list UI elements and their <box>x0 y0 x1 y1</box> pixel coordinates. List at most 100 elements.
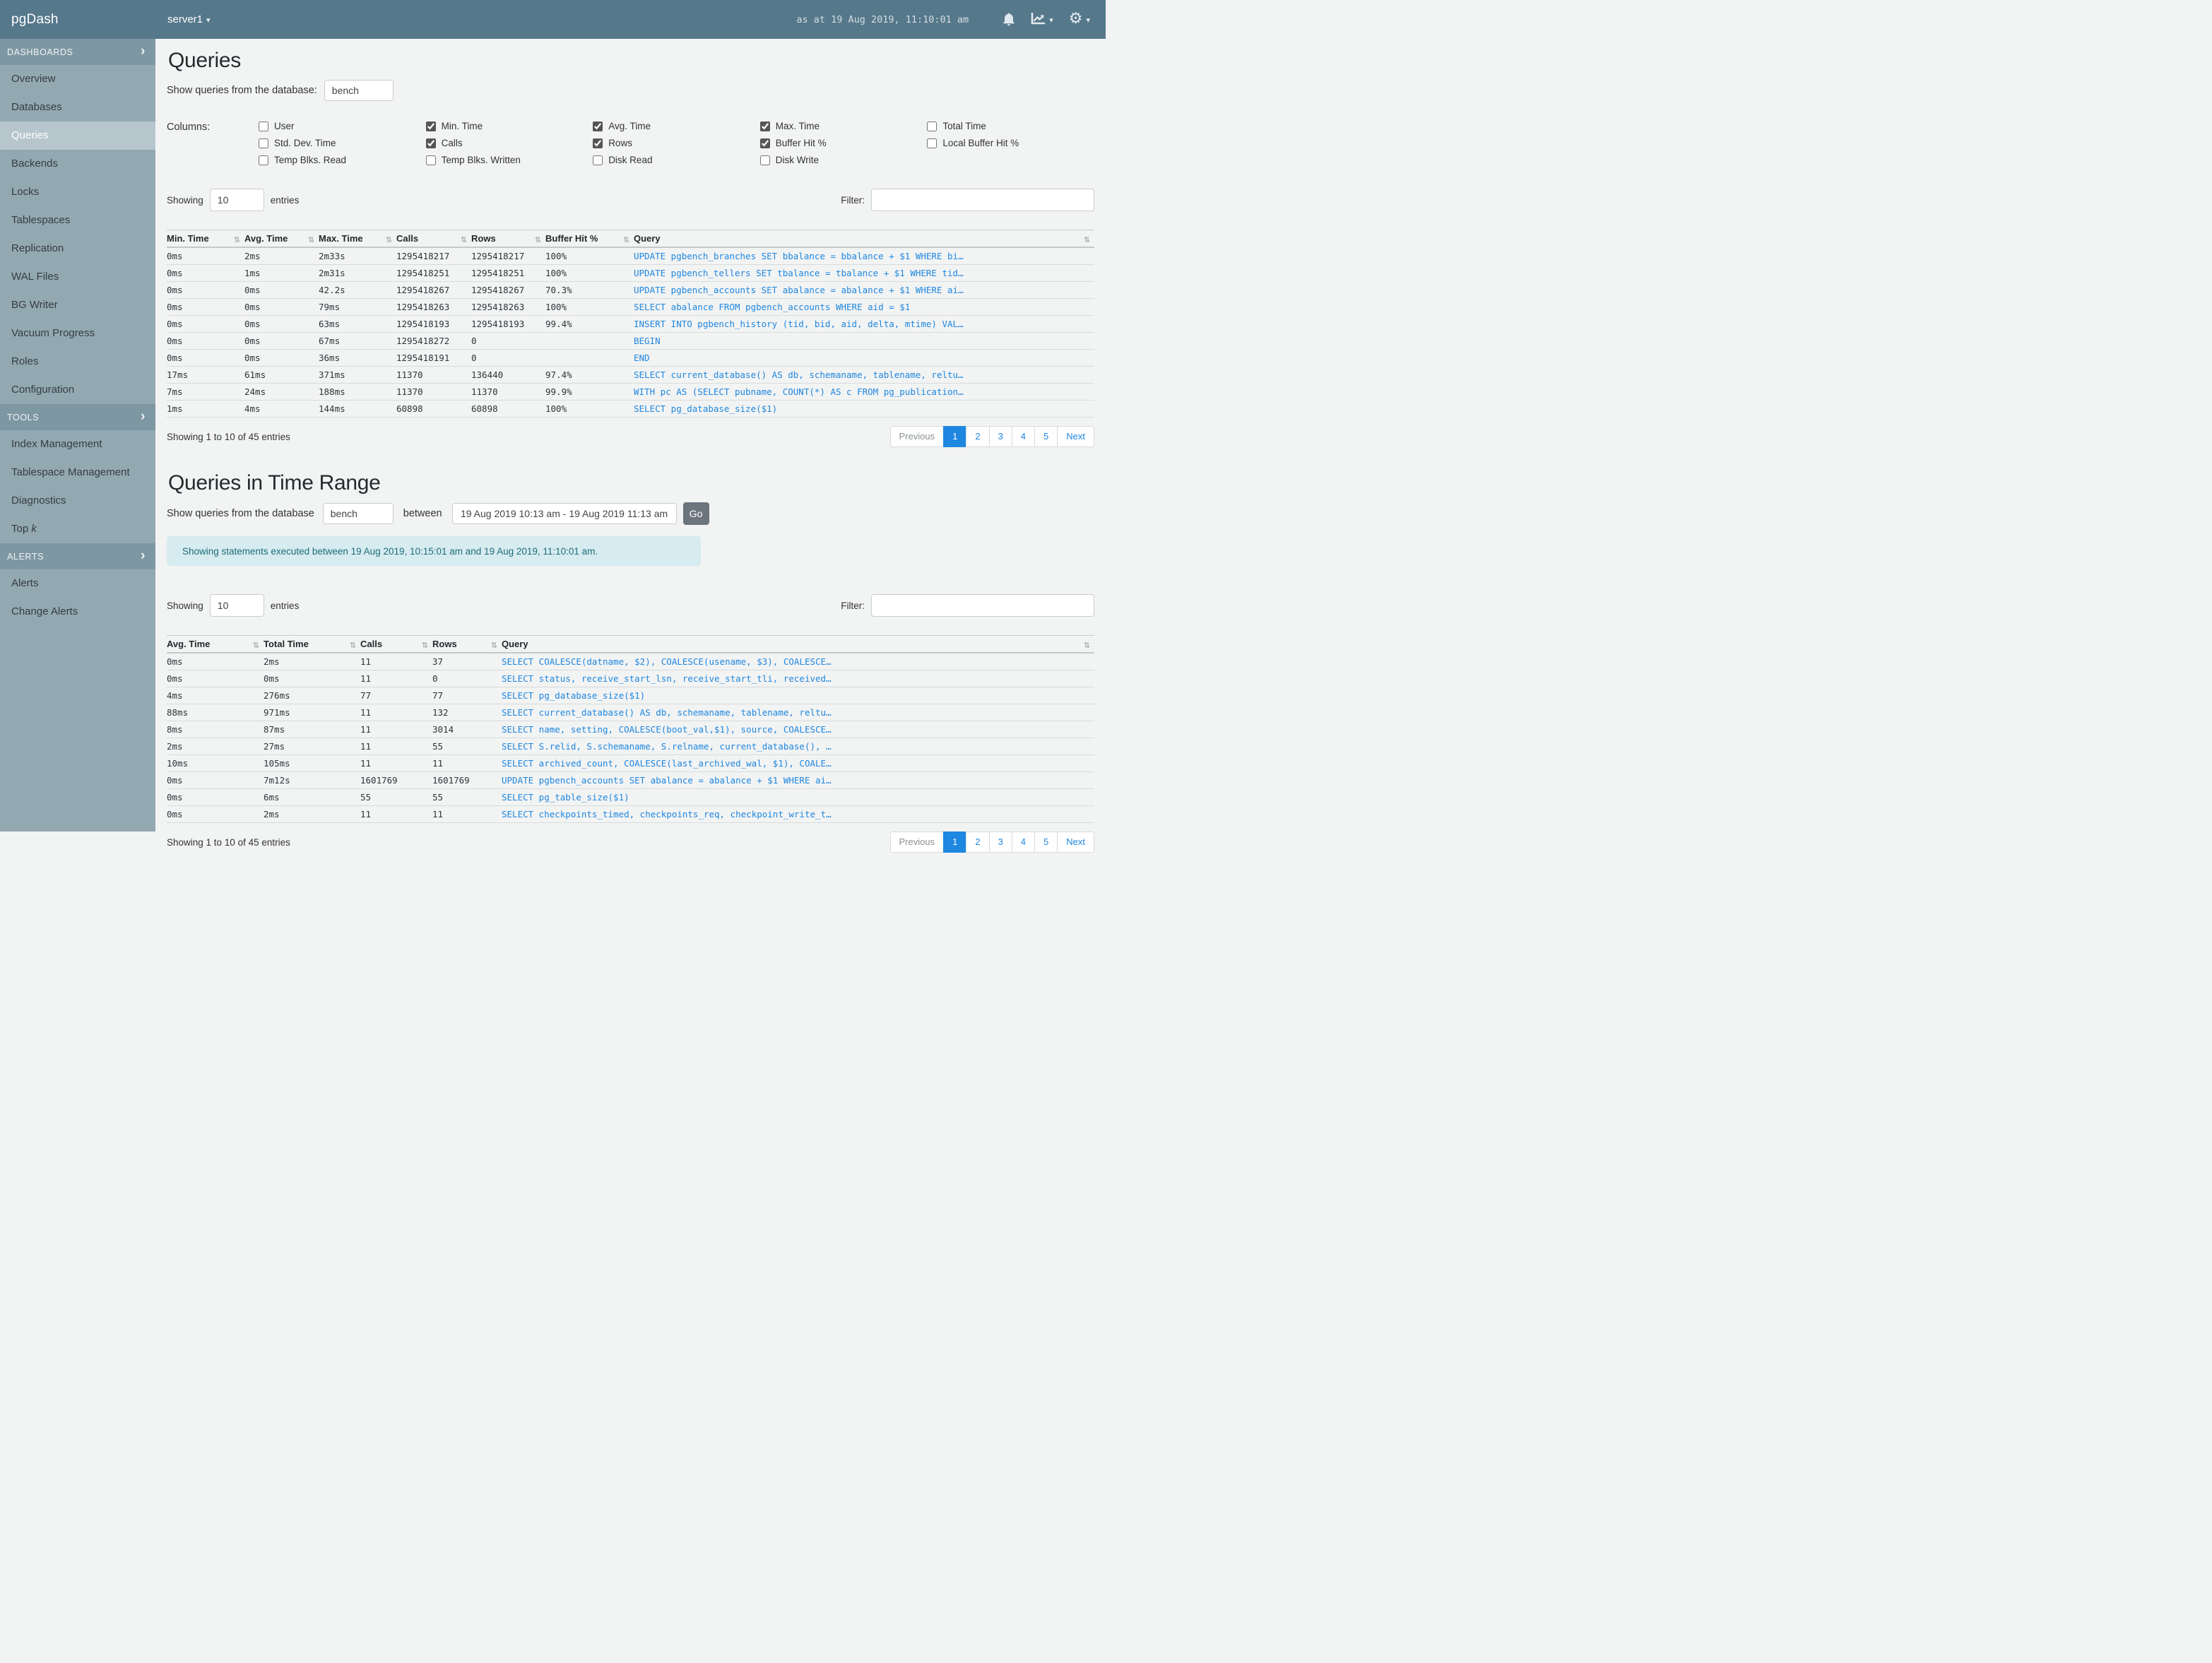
column-header[interactable]: Avg. Time <box>244 230 319 248</box>
previous-page-button[interactable]: Previous <box>889 426 945 447</box>
query-link[interactable]: SELECT S.relid, S.schemaname, S.relname,… <box>502 738 1094 755</box>
column-header[interactable]: Buffer Hit % <box>545 230 634 248</box>
checkbox[interactable] <box>259 155 268 165</box>
entries-count-input[interactable] <box>209 594 264 617</box>
sidebar-item[interactable]: Diagnostics <box>0 487 155 515</box>
column-header[interactable]: Avg. Time <box>167 635 264 653</box>
query-link[interactable]: INSERT INTO pgbench_history (tid, bid, a… <box>634 315 1094 333</box>
database-input[interactable] <box>322 503 394 524</box>
sidebar-item[interactable]: Configuration <box>0 376 155 404</box>
sidebar-section-alerts[interactable]: ALERTS <box>0 543 155 569</box>
page-number-button[interactable]: 4 <box>1011 426 1036 447</box>
sidebar-item[interactable]: Queries <box>0 122 155 150</box>
sidebar-item[interactable]: Roles <box>0 348 155 376</box>
previous-page-button[interactable]: Previous <box>889 832 945 853</box>
query-link[interactable]: SELECT pg_table_size($1) <box>502 788 1094 806</box>
sidebar-item[interactable]: BG Writer <box>0 291 155 319</box>
sort-icon[interactable] <box>461 234 467 244</box>
query-link[interactable]: SELECT pg_database_size($1) <box>634 400 1094 418</box>
query-link[interactable]: SELECT COALESCE(datname, $2), COALESCE(u… <box>502 653 1094 670</box>
entries-count-input[interactable] <box>209 189 264 211</box>
column-header[interactable]: Total Time <box>264 635 360 653</box>
column-header[interactable]: Rows <box>432 635 502 653</box>
query-link[interactable]: UPDATE pgbench_accounts SET abalance = a… <box>634 281 1094 299</box>
column-checkbox[interactable]: Temp Blks. Read <box>259 155 426 165</box>
checkbox[interactable] <box>759 121 770 131</box>
column-checkbox[interactable]: Std. Dev. Time <box>259 138 426 148</box>
query-link[interactable]: SELECT name, setting, COALESCE(boot_val,… <box>502 721 1094 738</box>
go-button[interactable]: Go <box>682 502 709 525</box>
query-link[interactable]: SELECT abalance FROM pgbench_accounts WH… <box>634 298 1094 316</box>
notifications-bell-icon[interactable] <box>1003 13 1015 27</box>
sidebar-item[interactable]: Locks <box>0 178 155 206</box>
checkbox[interactable] <box>259 138 268 148</box>
checkbox[interactable] <box>927 121 938 131</box>
query-link[interactable]: WITH pc AS (SELECT pubname, COUNT(*) AS … <box>634 383 1094 401</box>
checkbox[interactable] <box>593 121 603 131</box>
checkbox[interactable] <box>593 138 603 148</box>
query-link[interactable]: SELECT current_database() AS db, scheman… <box>634 366 1094 384</box>
sidebar-item[interactable]: Tablespaces <box>0 206 155 235</box>
sidebar-item[interactable]: Vacuum Progress <box>0 319 155 348</box>
column-checkbox[interactable]: Disk Write <box>759 155 928 165</box>
sort-icon[interactable] <box>1084 639 1090 650</box>
query-link[interactable]: SELECT current_database() AS db, scheman… <box>502 704 1094 721</box>
page-number-button[interactable]: 2 <box>966 832 990 853</box>
checkbox[interactable] <box>259 121 268 131</box>
checkbox[interactable] <box>425 155 436 165</box>
column-header[interactable]: Query <box>634 230 1094 248</box>
sort-icon[interactable] <box>535 234 541 244</box>
sort-icon[interactable] <box>386 234 392 244</box>
column-header[interactable]: Query <box>502 635 1094 653</box>
checkbox[interactable] <box>425 138 436 148</box>
sidebar-item[interactable]: Change Alerts <box>0 598 155 626</box>
column-header[interactable]: Min. Time <box>167 230 244 248</box>
sort-icon[interactable] <box>491 639 497 650</box>
query-link[interactable]: SELECT status, receive_start_lsn, receiv… <box>502 670 1094 687</box>
page-number-button[interactable]: 3 <box>988 426 1012 447</box>
query-link[interactable]: SELECT checkpoints_timed, checkpoints_re… <box>502 805 1094 823</box>
column-checkbox[interactable]: Local Buffer Hit % <box>927 138 1094 148</box>
sort-icon[interactable] <box>422 639 428 650</box>
column-checkbox[interactable]: Total Time <box>927 121 1094 131</box>
column-header[interactable]: Max. Time <box>319 230 396 248</box>
column-checkbox[interactable]: Temp Blks. Written <box>425 155 593 165</box>
column-header[interactable]: Calls <box>396 230 471 248</box>
next-page-button[interactable]: Next <box>1057 832 1094 853</box>
sidebar-section-dashboards[interactable]: DASHBOARDS <box>0 39 155 65</box>
page-number-button[interactable]: 5 <box>1034 832 1058 853</box>
page-number-button[interactable]: 2 <box>966 426 990 447</box>
sort-icon[interactable] <box>623 234 629 244</box>
query-link[interactable]: SELECT archived_count, COALESCE(last_arc… <box>502 754 1094 772</box>
checkbox[interactable] <box>593 155 603 165</box>
sidebar-section-tools[interactable]: TOOLS <box>0 404 155 430</box>
sidebar-item[interactable]: Overview <box>0 65 155 93</box>
settings-gear-menu[interactable] <box>1069 12 1090 27</box>
query-link[interactable]: UPDATE pgbench_branches SET bbalance = b… <box>634 247 1094 265</box>
database-input[interactable] <box>324 80 394 101</box>
column-checkbox[interactable]: Disk Read <box>593 155 760 165</box>
filter-input[interactable] <box>871 594 1094 617</box>
query-link[interactable]: SELECT pg_database_size($1) <box>502 687 1094 704</box>
sidebar-item[interactable]: Index Management <box>0 430 155 458</box>
next-page-button[interactable]: Next <box>1057 426 1094 447</box>
checkbox[interactable] <box>759 155 770 165</box>
sidebar-item[interactable]: Backends <box>0 150 155 178</box>
column-checkbox[interactable]: Min. Time <box>425 121 593 131</box>
server-selector[interactable]: server1 <box>167 13 211 25</box>
page-number-button[interactable]: 1 <box>943 832 967 853</box>
checkbox[interactable] <box>425 121 436 131</box>
query-link[interactable]: UPDATE pgbench_tellers SET tbalance = tb… <box>634 264 1094 282</box>
column-header[interactable]: Rows <box>471 230 545 248</box>
column-checkbox[interactable]: Avg. Time <box>593 121 760 131</box>
column-checkbox[interactable]: Calls <box>425 138 593 148</box>
page-number-button[interactable]: 4 <box>1011 832 1036 853</box>
sort-icon[interactable] <box>253 639 259 650</box>
sort-icon[interactable] <box>234 234 240 244</box>
sidebar-item[interactable]: WAL Files <box>0 263 155 291</box>
sidebar-item[interactable]: Replication <box>0 235 155 263</box>
checkbox[interactable] <box>759 138 770 148</box>
column-checkbox[interactable]: Max. Time <box>759 121 928 131</box>
sort-icon[interactable] <box>1084 234 1090 244</box>
column-checkbox[interactable]: Buffer Hit % <box>759 138 928 148</box>
